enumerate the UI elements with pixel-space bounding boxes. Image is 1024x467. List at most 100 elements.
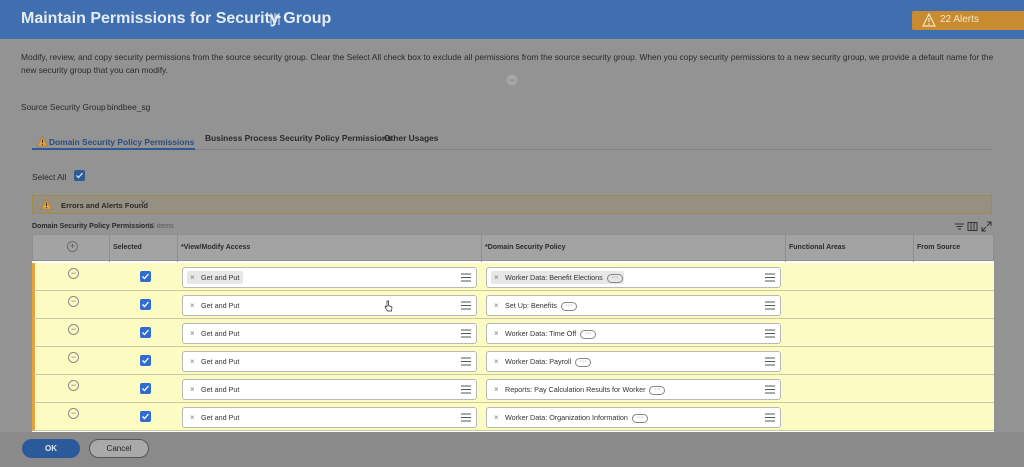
row-checkbox[interactable] (140, 355, 151, 366)
column-divider (177, 235, 178, 262)
policy-input[interactable]: × Worker Data: Payroll ··· (486, 351, 781, 372)
remove-icon[interactable]: × (494, 413, 499, 422)
remove-icon[interactable]: × (190, 413, 195, 422)
access-input[interactable]: × Get and Put (182, 295, 477, 316)
page-description: Modify, review, and copy security permis… (21, 52, 994, 75)
prompt-list-icon[interactable] (461, 385, 471, 394)
checkmark-icon (142, 357, 149, 364)
access-input[interactable]: × Get and Put (182, 407, 477, 428)
remove-icon[interactable]: × (494, 273, 499, 282)
more-icon[interactable]: ··· (580, 329, 597, 339)
policy-value: Worker Data: Time Off ··· (505, 329, 597, 339)
remove-icon[interactable]: × (190, 385, 195, 394)
warning-icon (37, 136, 48, 147)
access-input[interactable]: × Get and Put (182, 379, 477, 400)
remove-icon[interactable]: × (494, 357, 499, 366)
remove-icon[interactable]: × (190, 357, 195, 366)
tab-business-process-security-policy[interactable]: Business Process Security Policy Permiss… (205, 133, 392, 143)
access-value: Get and Put (201, 385, 240, 394)
prompt-list-icon[interactable] (765, 357, 775, 366)
active-tab-indicator (32, 148, 195, 150)
cancel-button[interactable]: Cancel (89, 439, 149, 458)
remove-icon[interactable]: × (190, 329, 195, 338)
tab-other-usages[interactable]: Other Usages (384, 133, 438, 143)
access-value: Get and Put (201, 301, 240, 310)
policy-input[interactable]: × Worker Data: Time Off ··· (486, 323, 781, 344)
remove-icon[interactable]: × (190, 301, 195, 310)
pointer-cursor-icon (384, 300, 393, 312)
prompt-list-icon[interactable] (461, 301, 471, 310)
column-divider (785, 235, 786, 262)
prompt-list-icon[interactable] (765, 385, 775, 394)
more-icon[interactable]: ··· (606, 273, 623, 283)
alerts-count: 22 Alerts (940, 14, 979, 25)
remove-icon[interactable]: × (494, 301, 499, 310)
source-group-label: Source Security Group (21, 102, 106, 112)
more-icon[interactable]: ··· (631, 413, 648, 423)
remove-row-icon[interactable]: − (68, 324, 79, 335)
column-layout-icon[interactable] (967, 221, 978, 232)
warning-icon (41, 199, 52, 210)
access-input[interactable]: × Get and Put (182, 267, 477, 288)
select-all-checkbox[interactable] (74, 170, 85, 181)
remove-icon[interactable]: × (190, 273, 195, 282)
access-input[interactable]: × Get and Put (182, 351, 477, 372)
table-row: − × Get and Put × Worker Data: Payroll ··… (32, 347, 994, 375)
row-checkbox[interactable] (140, 383, 151, 394)
checkmark-icon (142, 329, 149, 336)
access-value: Get and Put (201, 413, 240, 422)
policy-input[interactable]: × Set Up: Benefits ··· (486, 295, 781, 316)
prompt-list-icon[interactable] (765, 329, 775, 338)
collapse-toggle-icon[interactable]: − (506, 74, 518, 86)
prompt-list-icon[interactable] (461, 413, 471, 422)
policy-input[interactable]: × Worker Data: Organization Information ·… (486, 407, 781, 428)
col-header-access: *View/Modify Access (181, 244, 251, 251)
col-header-from-source: From Source (917, 244, 961, 251)
prompt-list-icon[interactable] (461, 273, 471, 282)
policy-input[interactable]: × Worker Data: Benefit Elections ··· (486, 267, 781, 288)
remove-row-icon[interactable]: − (68, 352, 79, 363)
remove-row-icon[interactable]: − (68, 268, 79, 279)
filter-icon[interactable] (268, 12, 282, 26)
alerts-badge[interactable]: 22 Alerts (912, 11, 1024, 30)
row-checkbox[interactable] (140, 271, 151, 282)
prompt-list-icon[interactable] (765, 301, 775, 310)
col-header-policy: *Domain Security Policy (485, 244, 566, 251)
row-checkbox[interactable] (140, 299, 151, 310)
access-input[interactable]: × Get and Put (182, 323, 477, 344)
page-header: Maintain Permissions for Security Group … (0, 0, 1024, 39)
remove-icon[interactable]: × (494, 329, 499, 338)
remove-row-icon[interactable]: − (68, 296, 79, 307)
col-header-selected: Selected (113, 244, 142, 251)
column-divider (481, 235, 482, 262)
policy-input[interactable]: × Reports: Pay Calculation Results for W… (486, 379, 781, 400)
prompt-list-icon[interactable] (461, 329, 471, 338)
prompt-list-icon[interactable] (765, 273, 775, 282)
column-divider (913, 235, 914, 262)
fullscreen-icon[interactable] (981, 221, 992, 232)
table-caption: Domain Security Policy Permissions (32, 223, 154, 230)
table-row: − × Get and Put × Worker Data: Organizat… (32, 403, 994, 431)
checkmark-icon (142, 301, 149, 308)
table-row: − × Get and Put × Worker Data: Time Off ·… (32, 319, 994, 347)
remove-icon[interactable]: × (494, 385, 499, 394)
tab-domain-security-policy[interactable]: Domain Security Policy Permissions (37, 136, 194, 147)
ok-button[interactable]: OK (22, 439, 80, 458)
prompt-list-icon[interactable] (461, 357, 471, 366)
row-checkbox[interactable] (140, 411, 151, 422)
remove-row-icon[interactable]: − (68, 408, 79, 419)
more-icon[interactable]: ··· (560, 301, 577, 311)
chevron-down-icon[interactable]: ˅ (141, 200, 145, 207)
more-icon[interactable]: ··· (649, 385, 666, 395)
remove-row-icon[interactable]: − (68, 380, 79, 391)
tab-bar: Domain Security Policy Permissions Busin… (32, 128, 992, 150)
table-row: − × Get and Put × Worker Data: Benefit E… (32, 263, 994, 291)
errors-label: Errors and Alerts Found (61, 201, 149, 210)
errors-and-alerts-bar[interactable]: Errors and Alerts Found ˅ (32, 195, 992, 214)
filter-list-icon[interactable] (954, 221, 965, 232)
source-group-value: bindbee_sg (107, 102, 151, 112)
more-icon[interactable]: ··· (575, 357, 592, 367)
add-row-icon[interactable]: + (67, 241, 78, 252)
row-checkbox[interactable] (140, 327, 151, 338)
prompt-list-icon[interactable] (765, 413, 775, 422)
